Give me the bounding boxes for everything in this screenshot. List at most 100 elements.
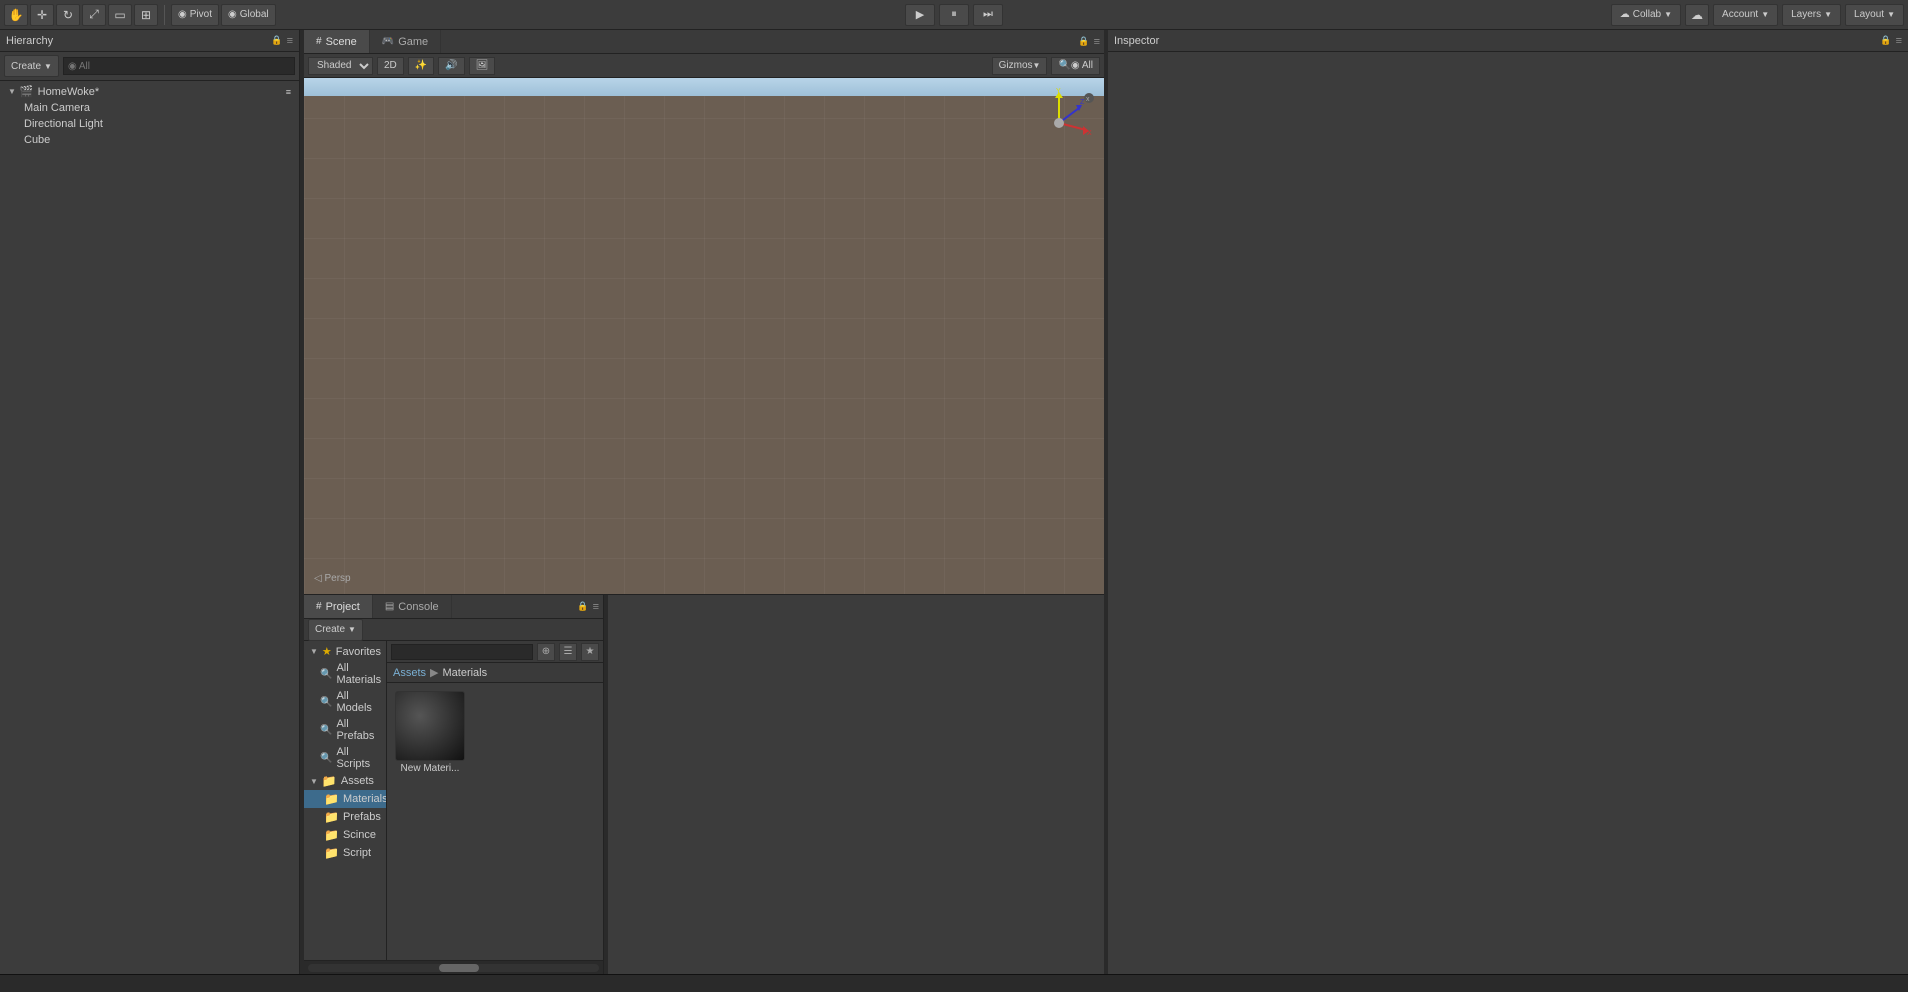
cube-label: Cube bbox=[24, 134, 50, 146]
scince-label: Scince bbox=[343, 829, 376, 841]
script-label: Script bbox=[343, 847, 371, 859]
account-btn[interactable]: Account ▼ bbox=[1713, 4, 1778, 26]
hierarchy-pin[interactable]: 🔒 bbox=[271, 35, 282, 46]
inspector-pin[interactable]: 🔒 bbox=[1880, 35, 1891, 46]
project-create-btn[interactable]: Create ▼ bbox=[308, 619, 363, 641]
console-tab[interactable]: ▤ Console bbox=[373, 595, 452, 618]
collab-icon: ☁ bbox=[1620, 9, 1630, 20]
hierarchy-main-camera[interactable]: Main Camera bbox=[0, 100, 299, 116]
game-tab[interactable]: 🎮 Game bbox=[370, 30, 441, 53]
scene-icon: 🎬 bbox=[20, 85, 34, 98]
project-panel: # Project ▤ Console 🔒 ≡ Create bbox=[304, 595, 604, 974]
audio-btn[interactable]: 🔊 bbox=[438, 57, 464, 75]
hierarchy-menu[interactable]: ≡ bbox=[287, 35, 293, 47]
scroll-track[interactable] bbox=[308, 964, 599, 972]
breadcrumb-sep: ▶ bbox=[430, 666, 438, 679]
asset-search-bar: ⊕ ☰ ★ bbox=[387, 641, 603, 663]
fav-all-materials[interactable]: 🔍 All Materials bbox=[304, 660, 386, 688]
assets-breadcrumb: Assets ▶ Materials bbox=[387, 663, 603, 683]
favorites-icon: ★ bbox=[322, 645, 332, 658]
right-controls: ☁ Collab ▼ ☁ Account ▼ Layers ▼ Layout ▼ bbox=[1611, 4, 1904, 26]
scene-menu-btn[interactable]: ≡ bbox=[1094, 36, 1100, 48]
play-btn[interactable]: ▶ bbox=[905, 4, 935, 26]
rect-tool-btn[interactable]: ▭ bbox=[108, 4, 132, 26]
scale-tool-btn[interactable]: ⤢ bbox=[82, 4, 106, 26]
hierarchy-dir-light[interactable]: Directional Light bbox=[0, 116, 299, 132]
fav-prefabs-label: All Prefabs bbox=[336, 718, 380, 742]
fav-all-models[interactable]: 🔍 All Models bbox=[304, 688, 386, 716]
shading-dropdown[interactable]: Shaded bbox=[308, 57, 373, 75]
hand-tool-btn[interactable]: ✋ bbox=[4, 4, 28, 26]
favorites-header[interactable]: ▼ ★ Favorites bbox=[304, 643, 386, 660]
persp-label: ◁ Persp bbox=[314, 573, 351, 584]
assets-materials[interactable]: 📁 Materials bbox=[304, 790, 386, 808]
hierarchy-search[interactable] bbox=[63, 57, 295, 75]
asset-star-btn[interactable]: ★ bbox=[581, 643, 599, 661]
assets-header[interactable]: ▼ 📁 Assets bbox=[304, 772, 386, 790]
assets-script[interactable]: 📁 Script bbox=[304, 844, 386, 862]
svg-text:Y: Y bbox=[1056, 88, 1061, 95]
2d-btn[interactable]: 2D bbox=[377, 57, 404, 75]
inspector-title: Inspector bbox=[1114, 35, 1159, 47]
material-label-0: New Materi... bbox=[401, 763, 460, 774]
transform-all-btn[interactable]: ⊞ bbox=[134, 4, 158, 26]
console-tab-label: Console bbox=[398, 601, 438, 613]
inspector-menu[interactable]: ≡ bbox=[1896, 35, 1902, 47]
materials-label: Materials bbox=[343, 793, 387, 805]
pivot-btn[interactable]: ◉ Pivot bbox=[171, 4, 219, 26]
global-btn[interactable]: ◉ Global bbox=[221, 4, 276, 26]
scince-folder-icon: 📁 bbox=[324, 828, 339, 842]
hierarchy-scene-root[interactable]: ▼ 🎬 HomeWoke* ≡ bbox=[0, 83, 299, 100]
fav-all-scripts[interactable]: 🔍 All Scripts bbox=[304, 744, 386, 772]
scene-viewport[interactable]: X Z Y x ◁ Persp bbox=[304, 78, 1104, 594]
2d-label: 2D bbox=[384, 60, 397, 71]
gizmo-widget[interactable]: X Z Y x bbox=[1024, 88, 1094, 158]
hierarchy-create-btn[interactable]: Create ▼ bbox=[4, 55, 59, 77]
prefabs-label: Prefabs bbox=[343, 811, 381, 823]
scroll-thumb[interactable] bbox=[439, 964, 479, 972]
project-pin[interactable]: 🔒 bbox=[577, 601, 588, 612]
svg-text:X: X bbox=[1087, 130, 1092, 137]
inspector-header: Inspector 🔒 ≡ bbox=[1108, 30, 1908, 52]
rotate-tool-btn[interactable]: ↻ bbox=[56, 4, 80, 26]
fav-all-prefabs[interactable]: 🔍 All Prefabs bbox=[304, 716, 386, 744]
project-scrollbar[interactable] bbox=[304, 960, 603, 974]
inspector-panel: Inspector 🔒 ≡ bbox=[1108, 30, 1908, 974]
scene-search-label: ◉ All bbox=[1071, 60, 1093, 71]
move-tool-btn[interactable]: ✛ bbox=[30, 4, 54, 26]
project-menu[interactable]: ≡ bbox=[593, 601, 599, 613]
material-item-0[interactable]: New Materi... bbox=[395, 691, 465, 774]
step-btn[interactable]: ⏭ bbox=[973, 4, 1003, 26]
collab-btn[interactable]: ☁ Collab ▼ bbox=[1611, 4, 1681, 26]
inspector-content bbox=[1108, 52, 1908, 974]
game-tab-icon: 🎮 bbox=[382, 36, 394, 47]
scene-vis-btn[interactable]: 🖼 bbox=[469, 57, 496, 75]
bottom-resize-handle[interactable] bbox=[604, 595, 608, 974]
assets-prefabs[interactable]: 📁 Prefabs bbox=[304, 808, 386, 826]
script-folder-icon: 📁 bbox=[324, 846, 339, 860]
scene-search-btn[interactable]: 🔍 ◉ All bbox=[1051, 57, 1100, 75]
project-tab-icon: # bbox=[316, 601, 322, 612]
assets-scince[interactable]: 📁 Scince bbox=[304, 826, 386, 844]
fx-btn[interactable]: ✨ bbox=[408, 57, 434, 75]
layout-btn[interactable]: Layout ▼ bbox=[1845, 4, 1904, 26]
project-tab[interactable]: # Project bbox=[304, 595, 373, 618]
breadcrumb-root[interactable]: Assets bbox=[393, 667, 426, 679]
asset-search-input[interactable] bbox=[391, 644, 533, 660]
pause-btn[interactable]: ⏸ bbox=[939, 4, 969, 26]
scene-tab[interactable]: # Scene bbox=[304, 30, 370, 53]
scene-menu[interactable]: ≡ bbox=[286, 87, 291, 97]
hierarchy-cube[interactable]: Cube bbox=[0, 132, 299, 148]
cloud-btn[interactable]: ☁ bbox=[1685, 4, 1709, 26]
assets-label: Assets bbox=[341, 775, 374, 787]
fav-models-label: All Models bbox=[336, 690, 380, 714]
breadcrumb-current: Materials bbox=[442, 667, 487, 679]
account-label: Account bbox=[1722, 9, 1758, 20]
asset-filter-btn[interactable]: ☰ bbox=[559, 643, 577, 661]
scene-pin[interactable]: 🔒 bbox=[1078, 36, 1089, 47]
gizmos-btn[interactable]: Gizmos ▼ bbox=[992, 57, 1048, 75]
console-tab-icon: ▤ bbox=[385, 601, 394, 612]
layers-btn[interactable]: Layers ▼ bbox=[1782, 4, 1841, 26]
asset-search-icon-btn[interactable]: ⊕ bbox=[537, 643, 555, 661]
hierarchy-header: Hierarchy 🔒 ≡ bbox=[0, 30, 299, 52]
